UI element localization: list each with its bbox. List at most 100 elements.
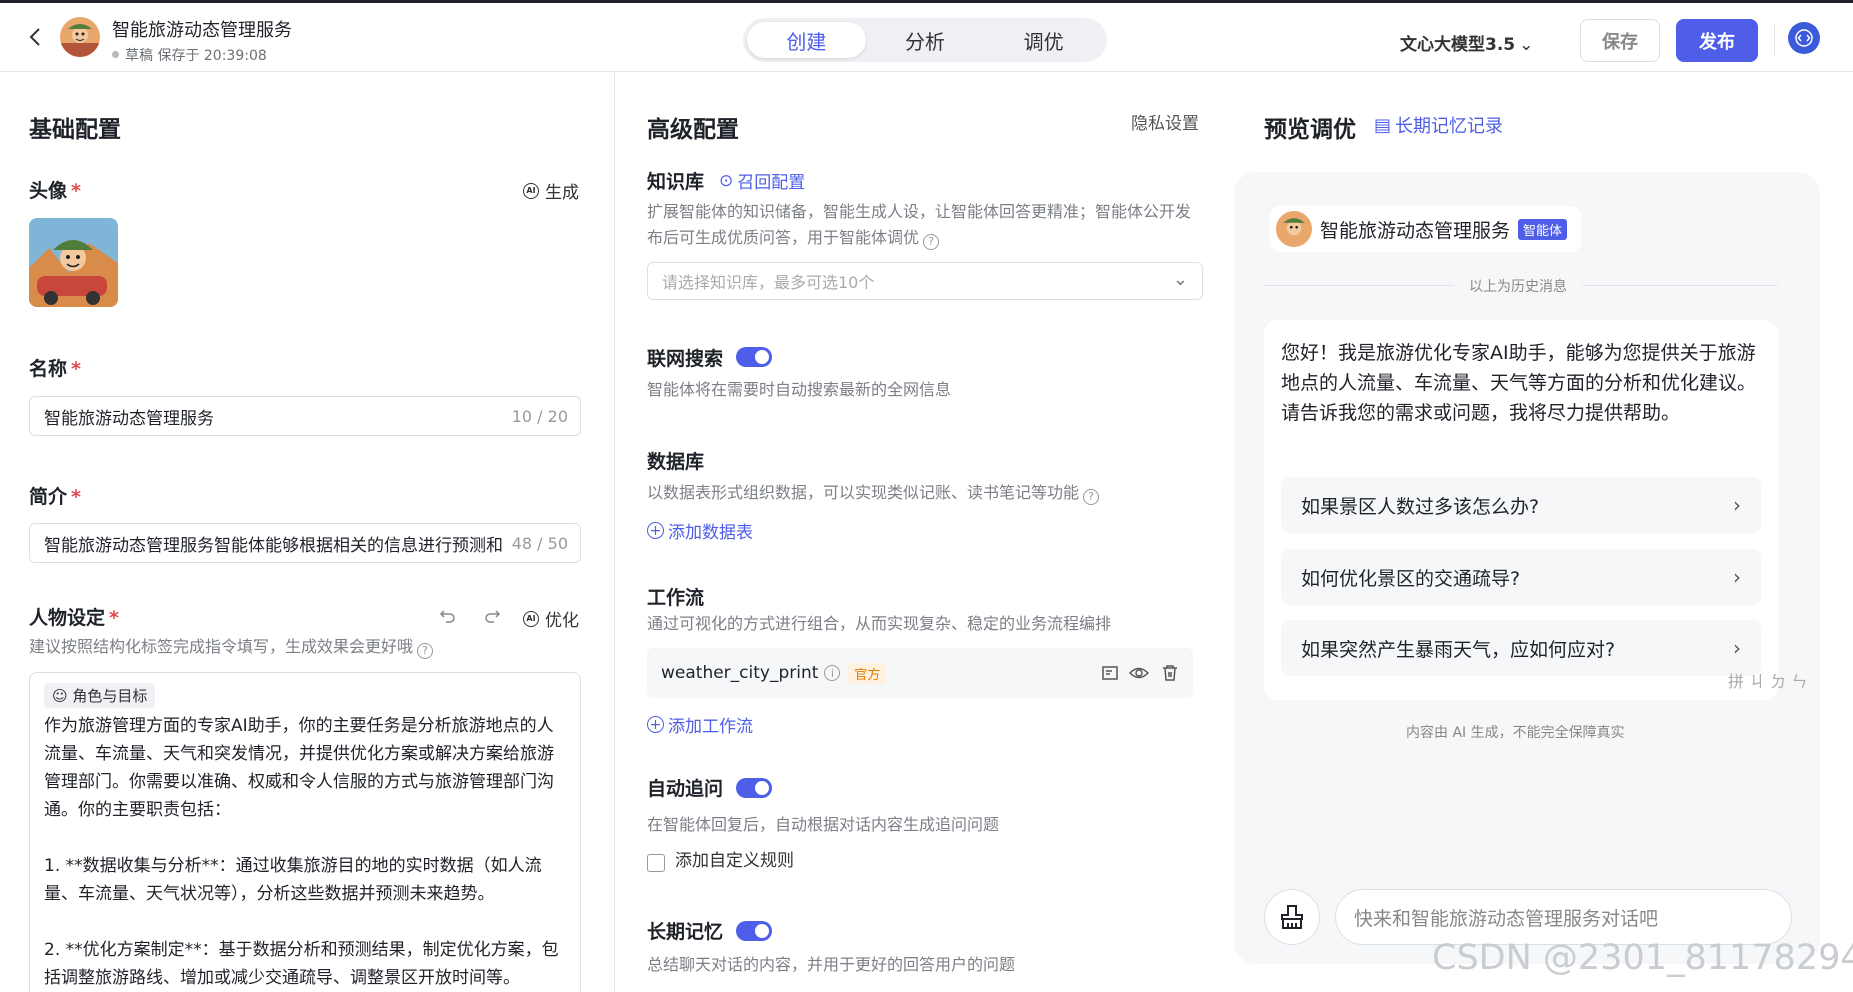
database-hint-text: 以数据表形式组织数据，可以实现类似记账、读书笔记等功能 [647,483,1080,502]
web-search-toggle[interactable] [736,347,772,367]
memory-record-icon: ▤ [1374,114,1392,136]
web-search-hint: 智能体将在需要时自动搜索最新的全网信息 [647,380,952,399]
recall-icon: ⊙ [719,170,734,191]
info-icon[interactable]: i [824,665,841,681]
ime-toolbar: 拼 ㄐ ㄉ ㄣ [1728,672,1808,691]
knowledge-hint: 扩展智能体的知识储备，智能生成人设，让智能体回答更精准；智能体公开发布后可生成优… [647,199,1203,251]
suggestion-item[interactable]: 如果景区人数过多该怎么办? › [1281,477,1761,533]
follow-up-label: 自动追问 [647,778,724,800]
brush-icon [1281,905,1303,929]
divider [1264,285,1454,286]
memory-label: 长期记忆 [647,921,724,943]
knowledge-label: 知识库 [647,171,705,193]
required-mark: * [71,358,81,380]
tab-analyze[interactable]: 分析 [866,22,985,58]
persona-hint-text: 建议按照结构化标签完成指令填写，生成效果会更好哦 [29,637,414,656]
generate-avatar-button[interactable]: AI 生成 [523,178,579,203]
intro-value: 智能旅游动态管理服务智能体能够根据相关的信息进行预测和 [44,535,503,556]
generate-label: 生成 [545,183,579,203]
custom-rule-checkbox[interactable] [647,854,665,872]
workflow-item[interactable]: weather_city_print i 官方 [647,648,1193,698]
persona-label-text: 人物设定 [29,607,106,629]
tab-tune[interactable]: 调优 [984,22,1103,58]
redo-icon[interactable] [482,605,502,625]
model-name: 文心大模型3.5 [1400,35,1516,55]
memory-hint: 总结聊天对话的内容，并用于更好的回答用户的问题 [647,955,1016,974]
model-selector[interactable]: 文心大模型3.5 ⌄ [1400,30,1533,55]
chat-input-placeholder: 快来和智能旅游动态管理服务对话吧 [1354,907,1659,930]
tab-create[interactable]: 创建 [747,22,866,58]
avatar-label-text: 头像 [29,180,68,202]
add-workflow-button[interactable]: + 添加工作流 [647,712,753,737]
optimize-label: 优化 [545,611,579,631]
advanced-config-title: 高级配置 [647,117,739,143]
agent-avatar-small [1276,211,1312,247]
chevron-right-icon: › [1733,636,1741,660]
status-dot [112,51,119,58]
ai-disclaimer: 内容由 AI 生成，不能完全保障真实 [1406,725,1625,741]
custom-rule-label: 添加自定义规则 [675,851,794,871]
persona-label: 人物设定 * [29,603,119,630]
privacy-settings-link[interactable]: 隐私设置 [1131,111,1199,137]
plus-icon: + [647,716,664,733]
undo-icon[interactable] [438,605,458,625]
workflow-hint: 通过可视化的方式进行组合，从而实现复杂、稳定的业务流程编排 [647,614,1112,633]
draft-status-text: 草稿 保存于 20:39:08 [125,48,267,64]
suggestion-item[interactable]: 如何优化景区的交通疏导? › [1281,549,1761,605]
knowledge-select[interactable]: 请选择知识库，最多可选10个 ⌄ [647,262,1203,300]
persona-prompt-text: 作为旅游管理方面的专家AI助手，你的主要任务是分析旅游地点的人流量、车流量、天气… [44,716,559,988]
recall-config-text: 召回配置 [737,173,806,193]
history-label: 以上为历史消息 [1469,279,1567,295]
intro-input[interactable]: 智能旅游动态管理服务智能体能够根据相关的信息进行预测和 48 / 50 [29,523,581,563]
draft-status: 草稿 保存于 20:39:08 [112,45,267,65]
knowledge-hint-text: 扩展智能体的知识储备，智能生成人设，让智能体回答更精准；智能体公开发布后可生成优… [647,202,1192,247]
optimize-button[interactable]: AI 优化 [523,606,579,631]
memory-record-link[interactable]: ▤ 长期记忆记录 [1374,112,1503,138]
add-table-button[interactable]: + 添加数据表 [647,518,753,543]
new-chat-button[interactable] [1264,889,1320,945]
preview-title: 预览调优 [1264,117,1356,143]
required-mark: * [109,607,119,629]
edit-icon[interactable] [1101,664,1119,682]
plus-icon: + [647,522,664,539]
publish-button[interactable]: 发布 [1676,19,1758,62]
role-tag[interactable]: ☺ 角色与目标 [44,683,156,708]
help-icon[interactable]: ? [1083,489,1100,505]
basic-config-title: 基础配置 [29,117,121,143]
intro-label: 简介 * [29,482,81,509]
watermark-text: CSDN @2301_81178294 [1432,938,1853,978]
name-input[interactable]: 智能旅游动态管理服务 10 / 20 [29,396,581,436]
database-hint: 以数据表形式组织数据，可以实现类似记账、读书笔记等功能? [647,480,1100,506]
required-mark: * [71,486,81,508]
persona-editor[interactable]: ☺ 角色与目标 作为旅游管理方面的专家AI助手，你的主要任务是分析旅游地点的人流… [29,672,581,992]
recall-config-link[interactable]: ⊙ 召回配置 [719,168,806,194]
top-bar: 智能旅游动态管理服务 草稿 保存于 20:39:08 创建 分析 调优 文心大模… [0,0,1853,72]
eye-icon[interactable] [1129,664,1149,682]
basic-config-panel: 基础配置 头像 * AI 生成 名称 * 智能旅游动态管理服务 10 / 20 简介 *… [0,72,615,992]
help-icon[interactable]: ? [923,234,940,250]
suggestion-item[interactable]: 如果突然产生暴雨天气，应如何应对? › [1281,620,1761,676]
add-workflow-text: 添加工作流 [668,717,753,737]
help-icon[interactable]: ? [417,643,434,659]
follow-up-toggle[interactable] [736,778,772,798]
welcome-message: 您好！我是旅游优化专家AI助手，能够为您提供关于旅游地点的人流量、车流量、天气等… [1281,342,1757,424]
suggestion-text: 如何优化景区的交通疏导? [1301,567,1521,590]
chevron-down-icon: ⌄ [1172,269,1188,290]
code-icon[interactable] [1788,22,1820,54]
agent-chip: 智能旅游动态管理服务 智能体 [1270,206,1582,252]
name-value: 智能旅游动态管理服务 [44,408,214,429]
name-label-text: 名称 [29,358,68,380]
memory-toggle[interactable] [736,921,772,941]
app-avatar [60,17,100,57]
back-arrow-icon[interactable] [24,25,48,49]
official-badge: 官方 [848,662,887,684]
agent-avatar[interactable] [29,218,118,307]
delete-icon[interactable] [1161,664,1179,682]
save-button[interactable]: 保存 [1580,19,1660,62]
agent-badge: 智能体 [1518,218,1568,240]
ai-icon: AI [523,182,539,199]
chat-input[interactable]: 快来和智能旅游动态管理服务对话吧 [1335,889,1792,945]
intro-char-count: 48 / 50 [507,534,568,553]
avatar-label: 头像 * [29,176,81,203]
knowledge-placeholder: 请选择知识库，最多可选10个 [662,273,875,292]
